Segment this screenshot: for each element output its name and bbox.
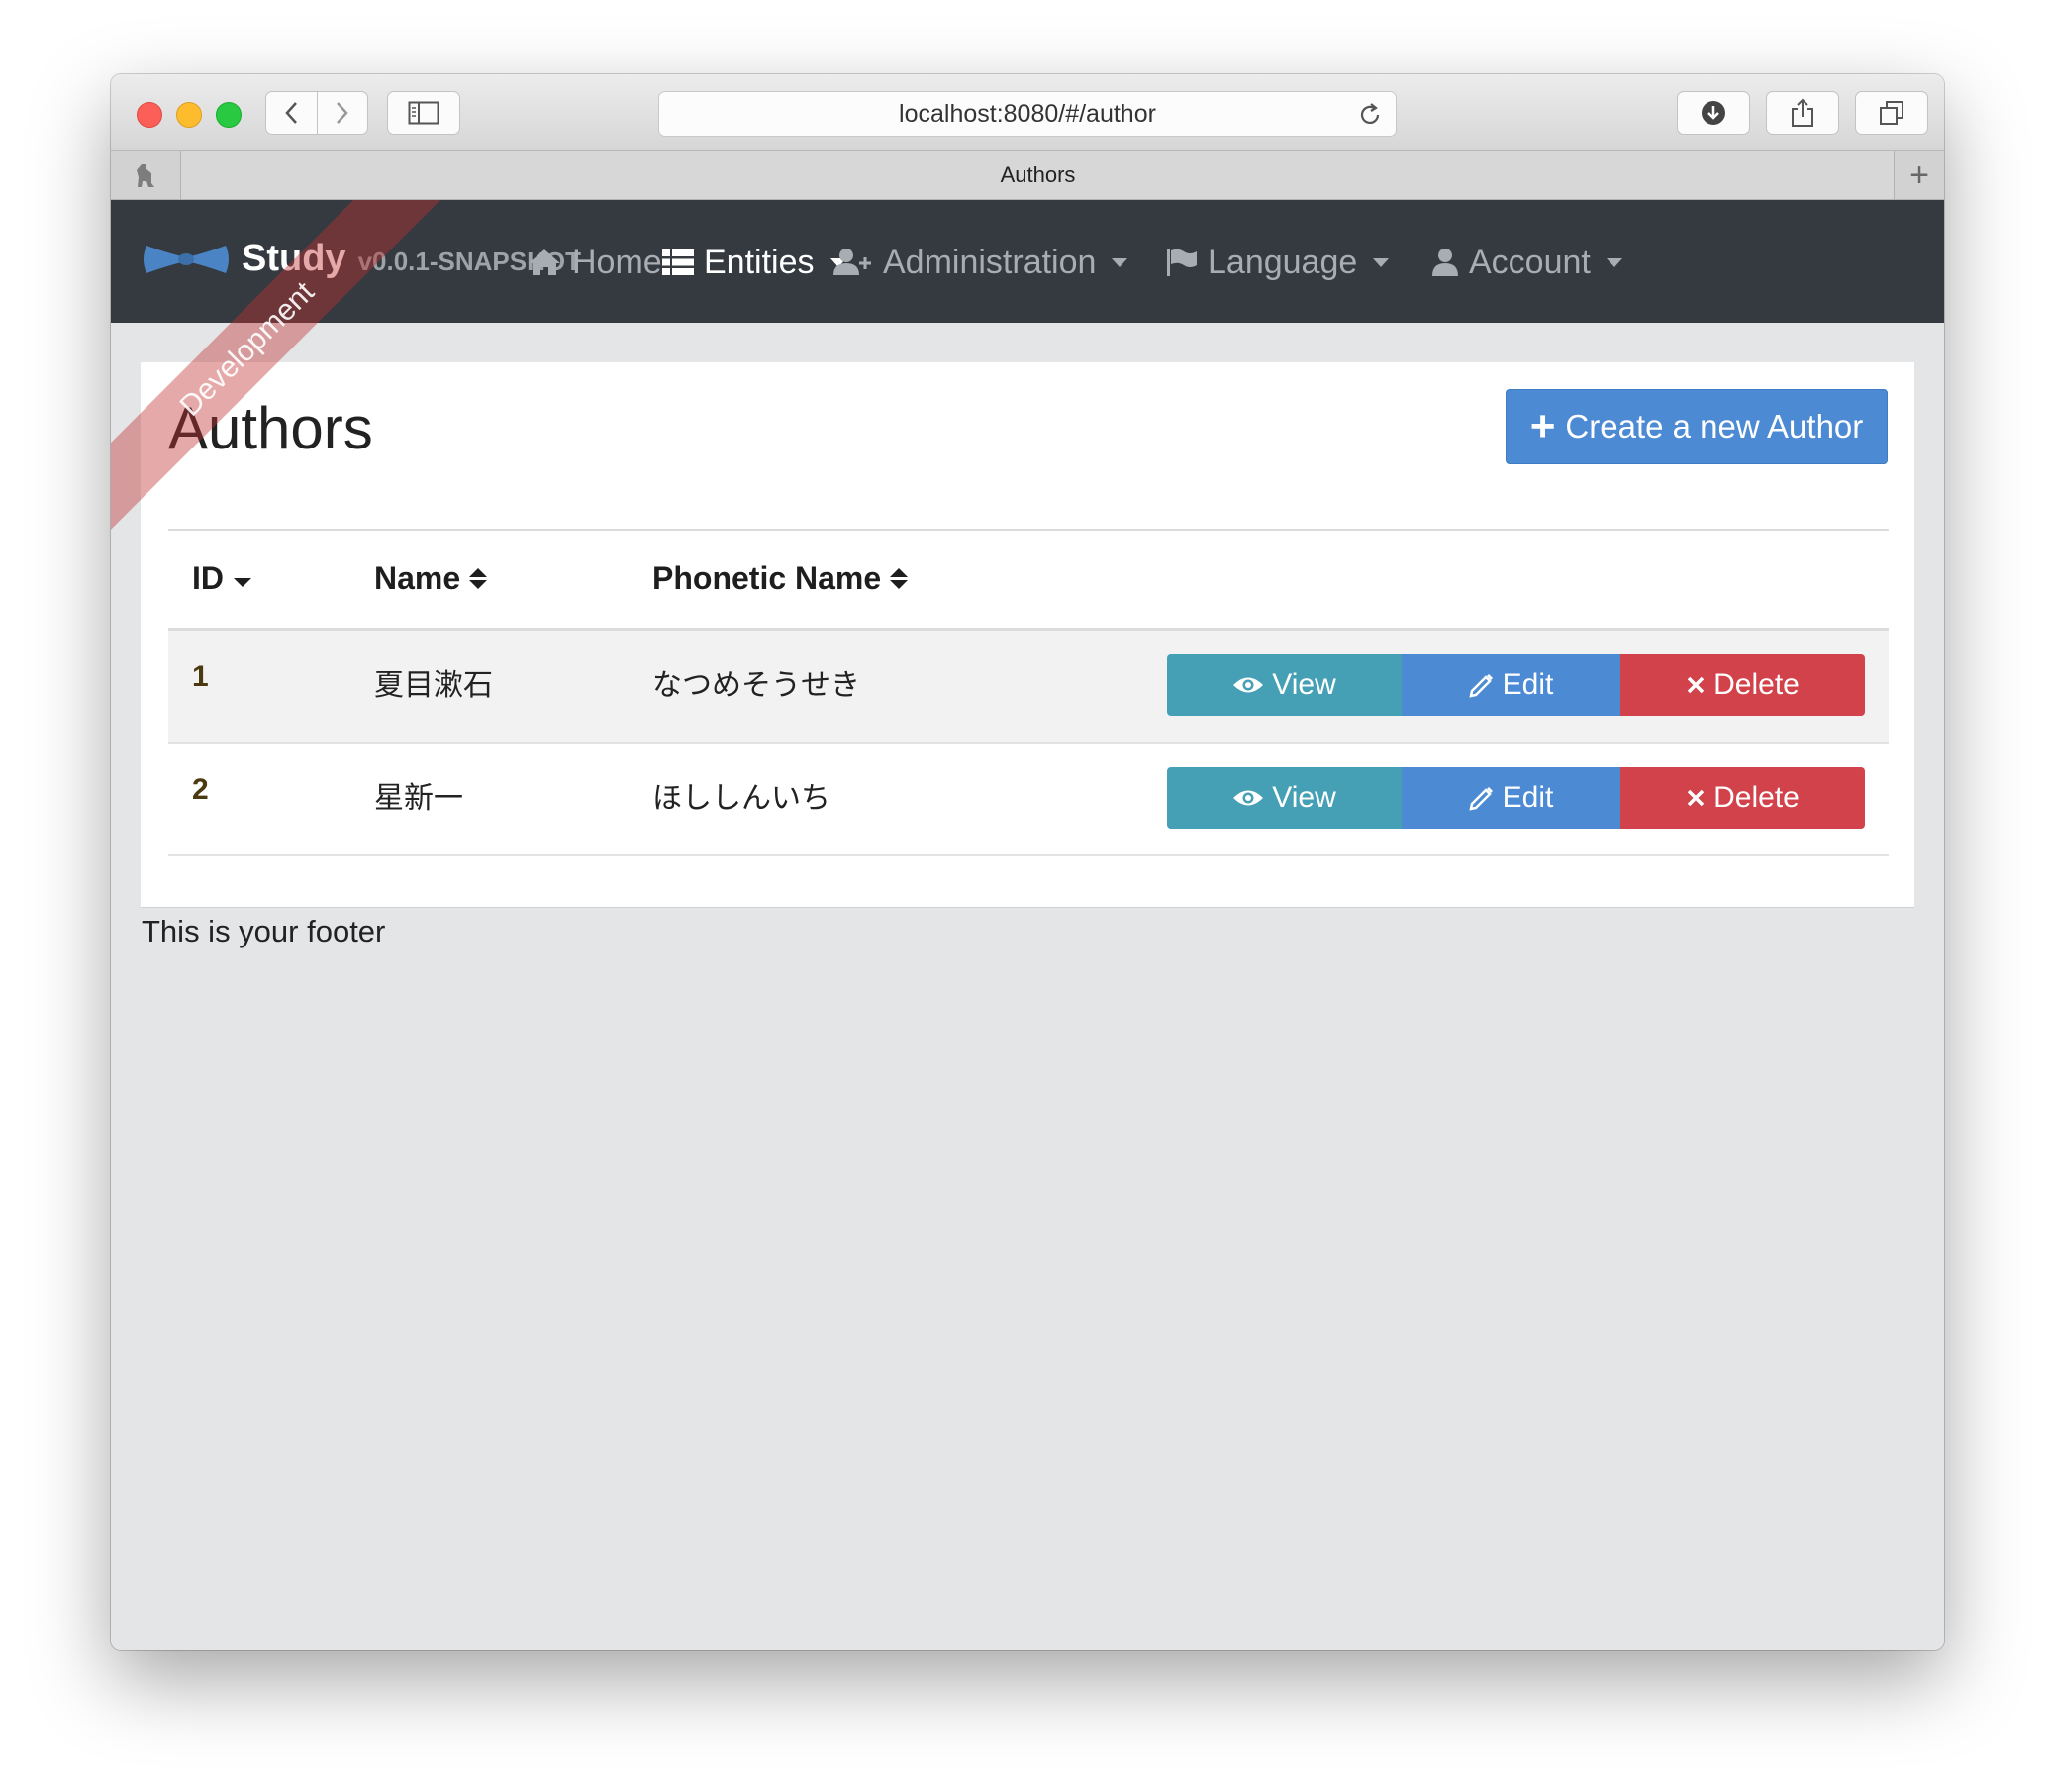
user-plus-icon <box>833 249 871 275</box>
sort-desc-icon <box>234 578 251 587</box>
page-footer: This is your footer <box>142 914 386 948</box>
author-phonetic-name: ほししんいち <box>652 782 830 815</box>
download-icon <box>1702 101 1725 125</box>
content-card: Authors + Create a new Author ID Name Ph… <box>141 362 1914 908</box>
row-actions: View Edit Delete <box>1167 654 1865 716</box>
sort-icon <box>469 568 488 589</box>
delete-label: Delete <box>1713 668 1800 701</box>
delete-button[interactable]: Delete <box>1620 767 1865 829</box>
history-nav <box>265 91 368 135</box>
sidebar-toggle-button[interactable] <box>387 91 460 135</box>
url-text: localhost:8080/#/author <box>899 99 1156 128</box>
nav-entities[interactable]: Entities <box>662 238 846 287</box>
plus-icon: + <box>1909 155 1929 194</box>
edit-label: Edit <box>1502 668 1554 701</box>
create-author-label: Create a new Author <box>1565 408 1864 445</box>
nav-administration[interactable]: Administration <box>833 238 1128 287</box>
nav-home[interactable]: Home <box>527 238 662 287</box>
new-tab-button[interactable]: + <box>1894 151 1944 199</box>
column-header-phonetic-label: Phonetic Name <box>652 560 882 596</box>
chevron-down-icon <box>1606 257 1622 267</box>
view-label: View <box>1272 668 1336 701</box>
nav-account[interactable]: Account <box>1431 238 1622 287</box>
show-tabs-button[interactable] <box>1855 91 1928 135</box>
column-header-id-label: ID <box>192 560 224 596</box>
edit-label: Edit <box>1502 781 1554 814</box>
tab-title: Authors <box>1000 162 1076 187</box>
address-bar[interactable]: localhost:8080/#/author <box>658 91 1397 137</box>
author-id-link[interactable]: 2 <box>192 773 209 807</box>
back-button[interactable] <box>266 92 317 134</box>
pencil-icon <box>1469 787 1493 811</box>
brand-name: Study <box>242 238 346 279</box>
tab-bar: Authors + <box>111 151 1944 200</box>
nav-language[interactable]: Language <box>1166 238 1390 287</box>
brand-link[interactable]: Study v0.0.1-SNAPSHOT <box>143 238 581 280</box>
dog-icon <box>137 164 154 187</box>
column-header-phonetic-name[interactable]: Phonetic Name <box>652 560 909 597</box>
logo-icon <box>144 245 229 273</box>
authors-table: ID Name Phonetic Name 1 夏目漱石 なつめそうせき Vie… <box>168 529 1889 856</box>
app-navbar: Study v0.0.1-SNAPSHOT Home Entities Admi… <box>111 200 1944 323</box>
zoom-window-button[interactable] <box>216 102 242 128</box>
minimize-window-button[interactable] <box>176 102 202 128</box>
list-icon <box>662 249 694 275</box>
nav-home-label: Home <box>572 243 662 281</box>
column-header-id[interactable]: ID <box>192 560 251 597</box>
author-name: 星新一 <box>374 782 463 815</box>
chevron-down-icon <box>1112 257 1128 267</box>
nav-language-label: Language <box>1208 243 1358 281</box>
chevron-down-icon <box>1373 257 1390 267</box>
close-window-button[interactable] <box>137 102 162 128</box>
pencil-icon <box>1469 674 1493 698</box>
home-icon <box>529 249 560 275</box>
tab-active[interactable]: Authors <box>181 151 1895 199</box>
chevron-left-icon <box>285 102 298 124</box>
column-header-name-label: Name <box>374 560 461 596</box>
delete-button[interactable]: Delete <box>1620 654 1865 716</box>
author-id-link[interactable]: 1 <box>192 660 209 694</box>
eye-icon <box>1233 677 1264 693</box>
delete-label: Delete <box>1713 781 1800 814</box>
table-row: 2 星新一 ほししんいち View Edit Delete <box>168 744 1889 856</box>
create-author-button[interactable]: + Create a new Author <box>1506 389 1888 464</box>
nav-entities-label: Entities <box>704 243 815 281</box>
sort-icon <box>890 568 909 589</box>
table-header: ID Name Phonetic Name <box>168 529 1889 631</box>
sidebar-icon <box>408 101 439 125</box>
tabs-icon <box>1880 101 1903 125</box>
plus-icon: + <box>1529 402 1556 450</box>
forward-button[interactable] <box>316 92 368 134</box>
share-button[interactable] <box>1766 91 1839 135</box>
eye-icon <box>1233 790 1264 806</box>
author-phonetic-name: なつめそうせき <box>652 669 860 702</box>
view-label: View <box>1272 781 1336 814</box>
reload-icon[interactable] <box>1356 101 1384 129</box>
browser-toolbar: localhost:8080/#/author <box>111 74 1944 151</box>
edit-button[interactable]: Edit <box>1402 654 1620 716</box>
column-header-name[interactable]: Name <box>374 560 488 597</box>
browser-window: localhost:8080/#/author Authors + Study … <box>111 74 1944 1650</box>
page-title: Authors <box>168 395 373 461</box>
share-icon <box>1792 98 1813 127</box>
chevron-right-icon <box>336 102 348 124</box>
user-icon <box>1432 249 1458 276</box>
close-icon <box>1687 789 1705 807</box>
author-name: 夏目漱石 <box>374 669 493 702</box>
table-row: 1 夏目漱石 なつめそうせき View Edit Delete <box>168 631 1889 744</box>
pinned-tab[interactable] <box>111 151 181 199</box>
flag-icon <box>1167 249 1197 276</box>
view-button[interactable]: View <box>1167 767 1402 829</box>
row-actions: View Edit Delete <box>1167 767 1865 829</box>
view-button[interactable]: View <box>1167 654 1402 716</box>
close-icon <box>1687 676 1705 694</box>
nav-administration-label: Administration <box>883 243 1097 281</box>
downloads-button[interactable] <box>1677 91 1750 135</box>
nav-account-label: Account <box>1469 243 1591 281</box>
edit-button[interactable]: Edit <box>1402 767 1620 829</box>
